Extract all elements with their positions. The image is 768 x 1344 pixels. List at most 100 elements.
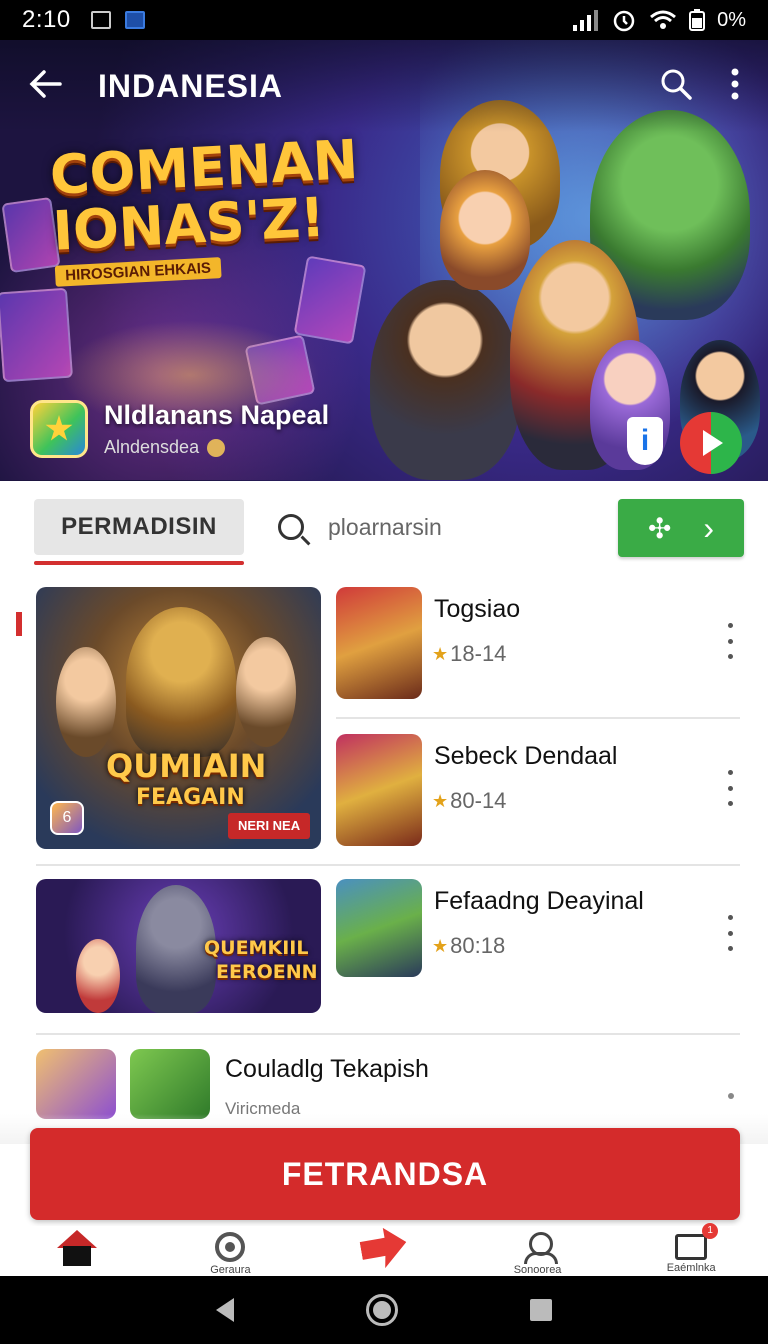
home-icon xyxy=(56,1230,97,1268)
chevron-right-icon: › xyxy=(703,509,715,546)
app-info[interactable]: Nldlanans Napeal Alndensdea xyxy=(30,400,329,458)
status-right: 0% xyxy=(571,7,746,33)
gear-icon xyxy=(215,1232,246,1262)
item-menu-button[interactable] xyxy=(726,623,734,659)
developer-name: Alndensdea xyxy=(104,437,200,457)
system-home-icon[interactable] xyxy=(366,1294,398,1326)
list-item[interactable]: Fefaadng Deayinal ★ 80:18 xyxy=(336,879,740,997)
profile-icon xyxy=(523,1232,558,1264)
rating-value: 80-14 xyxy=(450,788,507,813)
nav-home[interactable] xyxy=(0,1226,154,1276)
system-navigation-bar xyxy=(0,1276,768,1344)
back-arrow-icon xyxy=(29,70,62,98)
back-button[interactable] xyxy=(28,66,68,106)
play-icon xyxy=(703,430,723,456)
wifi-icon xyxy=(650,10,677,29)
star-icon: ★ xyxy=(432,935,449,956)
star-icon: ★ xyxy=(432,643,449,664)
featured-title-bottom: EEROENN xyxy=(216,961,318,983)
item-rating: ★ 80:18 xyxy=(432,933,505,959)
featured-game-2[interactable]: QUEMKIIL EEROENN xyxy=(36,879,321,1013)
page-title: INDANESIA xyxy=(98,67,284,104)
girl-character-art xyxy=(440,170,530,290)
item-title: Sebeck Dendaal xyxy=(434,742,618,770)
game-thumbnail xyxy=(336,879,422,977)
featured-title-top: QUEMKIIL xyxy=(204,937,309,959)
girl-art xyxy=(76,939,120,1013)
hero-banner: COMENAN IONAS'Z! HIROSGIAN EHKAIS INDANE… xyxy=(0,40,768,481)
bottom-navigation: Geraura Sonoorea 1 Eaémlnka xyxy=(0,1223,768,1276)
ally-art xyxy=(56,647,116,757)
play-button[interactable] xyxy=(680,412,742,474)
status-bar: 2:10 0% xyxy=(0,0,768,40)
arrow-icon xyxy=(358,1224,410,1271)
app-bar: INDANESIA xyxy=(0,40,768,132)
featured-title-top: QUMIAIN xyxy=(106,747,267,785)
alarm-icon xyxy=(613,10,635,32)
game-thumbnail xyxy=(336,587,422,699)
warrior-character-art xyxy=(370,280,520,480)
more-button[interactable] xyxy=(730,68,740,105)
featured-pill[interactable]: NERI NEA xyxy=(228,813,311,839)
search-placeholder: ploarnarsin xyxy=(328,513,442,540)
list-item[interactable]: Couladlg Tekapish Viricmeda xyxy=(36,1049,740,1119)
featured-title-bottom: FEAGAIN xyxy=(136,785,245,810)
search-button[interactable] xyxy=(660,68,692,105)
nav-geraura[interactable]: Geraura xyxy=(154,1226,308,1276)
filter-go-button[interactable]: ✣ › xyxy=(618,499,744,557)
nav-eaemlnka[interactable]: 1 Eaémlnka xyxy=(614,1223,768,1276)
divider xyxy=(336,717,740,719)
tab-indicator xyxy=(34,561,244,565)
more-vert-icon xyxy=(731,68,739,99)
logo-line-2: IONAS'Z! xyxy=(51,185,327,263)
nav-label: Eaémlnka xyxy=(666,1262,716,1274)
list-item[interactable]: Sebeck Dendaal ★ 80-14 xyxy=(336,734,740,852)
messages-icon: 1 xyxy=(675,1223,719,1260)
star-icon: ★ xyxy=(432,790,449,811)
cta-button[interactable]: FETRANDSA xyxy=(30,1128,740,1220)
verified-badge-icon xyxy=(207,438,226,457)
developer-row: Alndensdea xyxy=(104,437,329,458)
status-time: 2:10 xyxy=(22,6,71,33)
search-icon xyxy=(661,69,692,100)
system-recents-icon[interactable] xyxy=(530,1299,552,1321)
rating-value: 18-14 xyxy=(450,641,507,666)
item-title: Fefaadng Deayinal xyxy=(434,887,644,915)
search-icon xyxy=(278,514,304,540)
app-icon xyxy=(30,400,88,458)
divider xyxy=(36,1033,740,1035)
nav-label: Sonoorea xyxy=(513,1264,562,1276)
game-thumbnail xyxy=(336,734,422,846)
ally-art xyxy=(236,637,296,747)
divider xyxy=(36,864,740,866)
featured-badge: 6 xyxy=(50,801,84,835)
tab-permadisin[interactable]: PERMADISIN xyxy=(34,499,244,555)
star-icon xyxy=(45,415,73,441)
notification-icons xyxy=(90,11,145,29)
rating-value: 80:18 xyxy=(450,933,506,958)
content-area: PERMADISIN ploarnarsin ✣ › QUMIAIN FEAGA… xyxy=(0,481,768,1276)
search-field[interactable]: ploarnarsin xyxy=(278,507,598,547)
app-notification-icon xyxy=(124,11,145,29)
game-thumbnail xyxy=(130,1049,210,1119)
game-logo: COMENAN IONAS'Z! HIROSGIAN EHKAIS xyxy=(48,128,360,287)
knight-art xyxy=(126,607,236,757)
list-item[interactable]: Togsiao ★ 18-14 xyxy=(336,587,740,705)
item-menu-button[interactable] xyxy=(726,915,734,951)
app-name: Nldlanans Napeal xyxy=(104,400,330,430)
notification-count-badge: 1 xyxy=(702,1223,719,1239)
battery-icon xyxy=(689,9,706,31)
scroll-marker xyxy=(16,612,22,636)
nav-arrow[interactable] xyxy=(307,1226,461,1276)
item-title: Couladlg Tekapish xyxy=(225,1055,429,1083)
info-button[interactable]: i xyxy=(627,417,663,465)
filter-row: PERMADISIN ploarnarsin ✣ › xyxy=(0,499,768,565)
image-notification-icon xyxy=(90,11,111,29)
item-title: Togsiao xyxy=(434,595,521,623)
item-menu-button[interactable] xyxy=(728,1093,734,1099)
battery-percent: 0% xyxy=(717,8,746,31)
nav-sonoorea[interactable]: Sonoorea xyxy=(461,1226,615,1276)
nav-label: Geraura xyxy=(210,1264,251,1276)
item-menu-button[interactable] xyxy=(726,770,734,806)
system-back-icon[interactable] xyxy=(216,1298,234,1322)
